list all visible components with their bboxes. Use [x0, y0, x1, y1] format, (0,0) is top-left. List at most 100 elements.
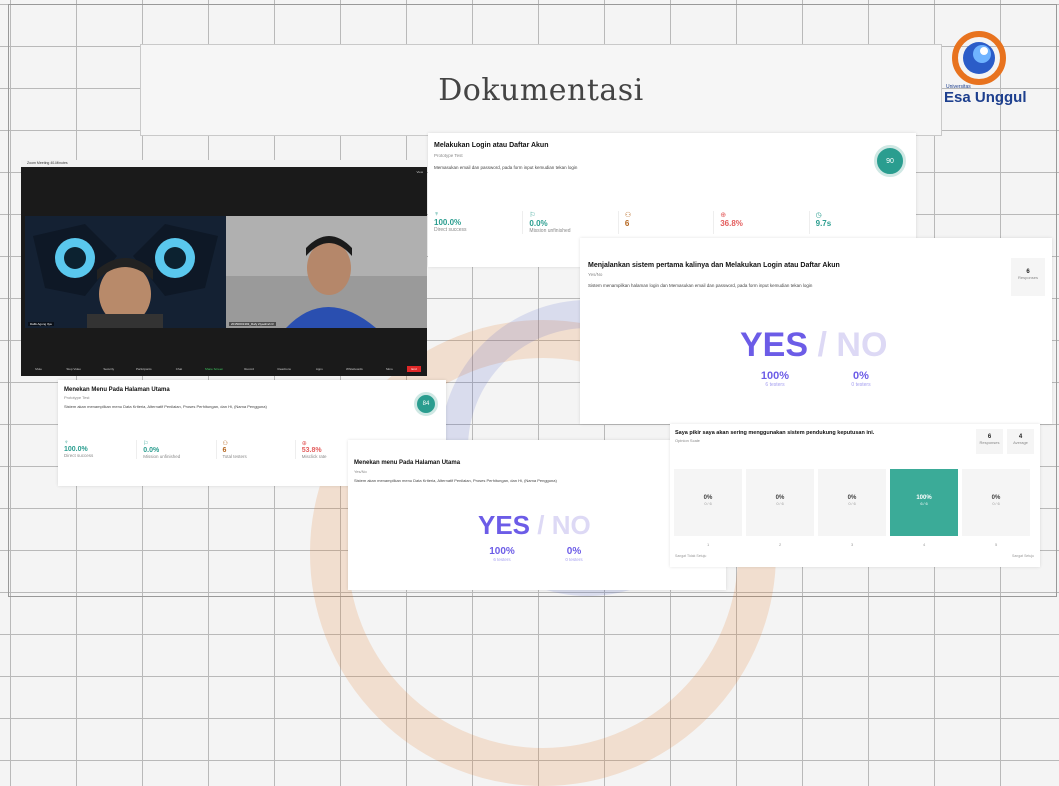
stat-testers: ⚇ 6	[617, 211, 713, 234]
no-text: / NO	[537, 510, 591, 540]
yes-result: 100% 6 testers	[750, 370, 800, 388]
option-count: 0 ⁄ 6	[992, 501, 1000, 506]
share-screen-button[interactable]: Share Screen	[196, 367, 231, 371]
yes-testers: 6 testers	[493, 557, 511, 562]
responses-box: 6 Responses	[1011, 258, 1045, 296]
stat-label: Direct success	[434, 227, 467, 233]
cursor-icon: ⊕	[720, 212, 727, 219]
card-subtitle: Yes/No	[354, 469, 367, 474]
stat-value: 100.0%	[434, 218, 462, 227]
more-button[interactable]: More	[372, 367, 407, 371]
scale-number-1: 1	[707, 542, 710, 547]
logo-emblem-icon	[952, 31, 1006, 85]
stat-value: 0.0%	[143, 447, 160, 454]
end-meeting-button[interactable]: End	[407, 366, 422, 372]
scale-number-3: 3	[851, 542, 854, 547]
users-icon: ⚇	[222, 441, 228, 447]
score-badge: 84	[414, 392, 438, 416]
yes-text: YES	[478, 510, 531, 540]
zoom-meeting-window: Zoom Meeting 40-Minutes View Dafik Agung…	[21, 160, 427, 376]
card-subtitle: Yes/No	[588, 272, 603, 277]
flag-icon: ⚐	[529, 212, 536, 219]
stat-direct-success: ♆ 100.0% Direct success	[64, 440, 136, 459]
video-tile-2[interactable]: 20150001393_Rafy Ziyadrrah R	[226, 216, 427, 328]
card-title: Saya pikir saya akan sering menggunakan …	[675, 430, 875, 436]
card-title: Menekan menu Pada Halaman Utama	[354, 460, 461, 466]
yes-text: YES	[740, 326, 809, 364]
no-result: 0% 0 testers	[836, 370, 886, 388]
card-subtitle: Opinion Scale	[675, 438, 700, 443]
stat-value: 36.8%	[720, 219, 743, 228]
participant-1-name: Dafik Agung Ilya	[28, 322, 54, 326]
scale-option-4[interactable]: 100% 6 ⁄ 6	[890, 469, 958, 536]
stat-total-testers: ⚇ 6 Total testers	[215, 440, 295, 459]
mute-button[interactable]: Mute	[21, 367, 56, 371]
card-title: Melakukan Login atau Daftar Akun	[434, 142, 549, 149]
participants-button[interactable]: Participants	[126, 367, 161, 371]
clock-icon: ◷	[815, 212, 822, 219]
slide-title: Dokumentasi	[438, 73, 644, 108]
responses-label: Responses	[979, 440, 1000, 445]
yes-no-heading: YES / NO	[740, 326, 887, 365]
option-count: 0 ⁄ 6	[704, 501, 712, 506]
card-first-run-yesno: Menjalankan sistem pertama kalinya dan M…	[580, 238, 1052, 424]
stat-value: 6	[222, 447, 227, 454]
participant-1-video	[25, 216, 226, 328]
no-percent: 0%	[566, 546, 582, 557]
trophy-icon: ♆	[434, 211, 440, 218]
stat-label: Total testers	[222, 454, 247, 459]
stop-video-button[interactable]: Stop Video	[56, 367, 91, 371]
title-band: Dokumentasi	[140, 44, 942, 136]
participant-2-name: 20150001393_Rafy Ziyadrrah R	[229, 322, 276, 326]
zoom-view-button[interactable]: View	[417, 170, 423, 174]
stat-direct-success: ♆ 100.0% Direct success	[434, 211, 522, 234]
stat-time: ◷ 9.7s	[808, 211, 904, 234]
card-description: Sistem menampilkan halaman login dan Mem…	[588, 283, 813, 288]
whiteboards-button[interactable]: Whiteboards	[337, 367, 372, 371]
chat-button[interactable]: Chat	[161, 367, 196, 371]
apps-button[interactable]: Apps	[302, 367, 337, 371]
option-count: 0 ⁄ 6	[776, 501, 784, 506]
no-text: / NO	[817, 326, 888, 364]
participant-2-video	[226, 216, 427, 328]
scale-right-anchor: Sangat Setuju	[1012, 554, 1034, 558]
yes-no-heading: YES / NO	[478, 510, 591, 541]
video-tile-1[interactable]: Dafik Agung Ilya	[25, 216, 226, 328]
reactions-button[interactable]: Reactions	[267, 367, 302, 371]
card-title: Menekan Menu Pada Halaman Utama	[64, 387, 170, 393]
stat-value: 9.7s	[815, 219, 832, 228]
card-description: Memasukan email dan password, pada form …	[434, 165, 578, 170]
stats-row: ♆ 100.0% Direct success ⚐ 0.0% Mission u…	[434, 211, 904, 234]
stat-mission-unfinished: ⚐ 0.0% Mission unfinished	[136, 440, 215, 459]
security-button[interactable]: Security	[91, 367, 126, 371]
score-badge: 90	[874, 145, 906, 177]
scale-option-1[interactable]: 0% 0 ⁄ 6	[674, 469, 742, 536]
yes-percent: 100%	[760, 370, 790, 382]
no-testers: 0 testers	[851, 382, 871, 388]
responses-box: 6 Responses	[976, 429, 1003, 454]
zoom-window-title: Zoom Meeting 40-Minutes	[27, 161, 68, 165]
responses-label: Responses	[1017, 275, 1038, 280]
users-icon: ⚇	[624, 212, 632, 219]
scale-option-3[interactable]: 0% 0 ⁄ 6	[818, 469, 886, 536]
stat-value: 0.0%	[529, 219, 548, 228]
average-box: 4 Average	[1007, 429, 1034, 454]
record-button[interactable]: Record	[232, 367, 267, 371]
logo-name: Esa Unggul	[944, 89, 1027, 106]
university-logo: Universitas Esa Unggul	[944, 28, 1027, 108]
scale-option-5[interactable]: 0% 0 ⁄ 6	[962, 469, 1030, 536]
card-subtitle: Prototype Test	[64, 395, 90, 400]
zoom-titlebar: Zoom Meeting 40-Minutes	[21, 160, 427, 167]
card-opinion-scale: Saya pikir saya akan sering menggunakan …	[670, 424, 1040, 567]
card-subtitle: Prototype Test	[434, 153, 463, 158]
yes-percent: 100%	[489, 546, 515, 557]
stat-label: Mission unfinished	[529, 228, 571, 234]
yes-testers: 6 testers	[765, 382, 785, 388]
zoom-toolbar: Mute Stop Video Security Participants Ch…	[21, 362, 427, 376]
scale-number-5: 5	[995, 542, 998, 547]
stat-value: 100.0%	[64, 446, 88, 453]
flag-icon: ⚐	[143, 441, 149, 447]
stat-label: Mission unfinished	[143, 454, 181, 459]
scale-option-2[interactable]: 0% 0 ⁄ 6	[746, 469, 814, 536]
option-count: 0 ⁄ 6	[848, 501, 856, 506]
